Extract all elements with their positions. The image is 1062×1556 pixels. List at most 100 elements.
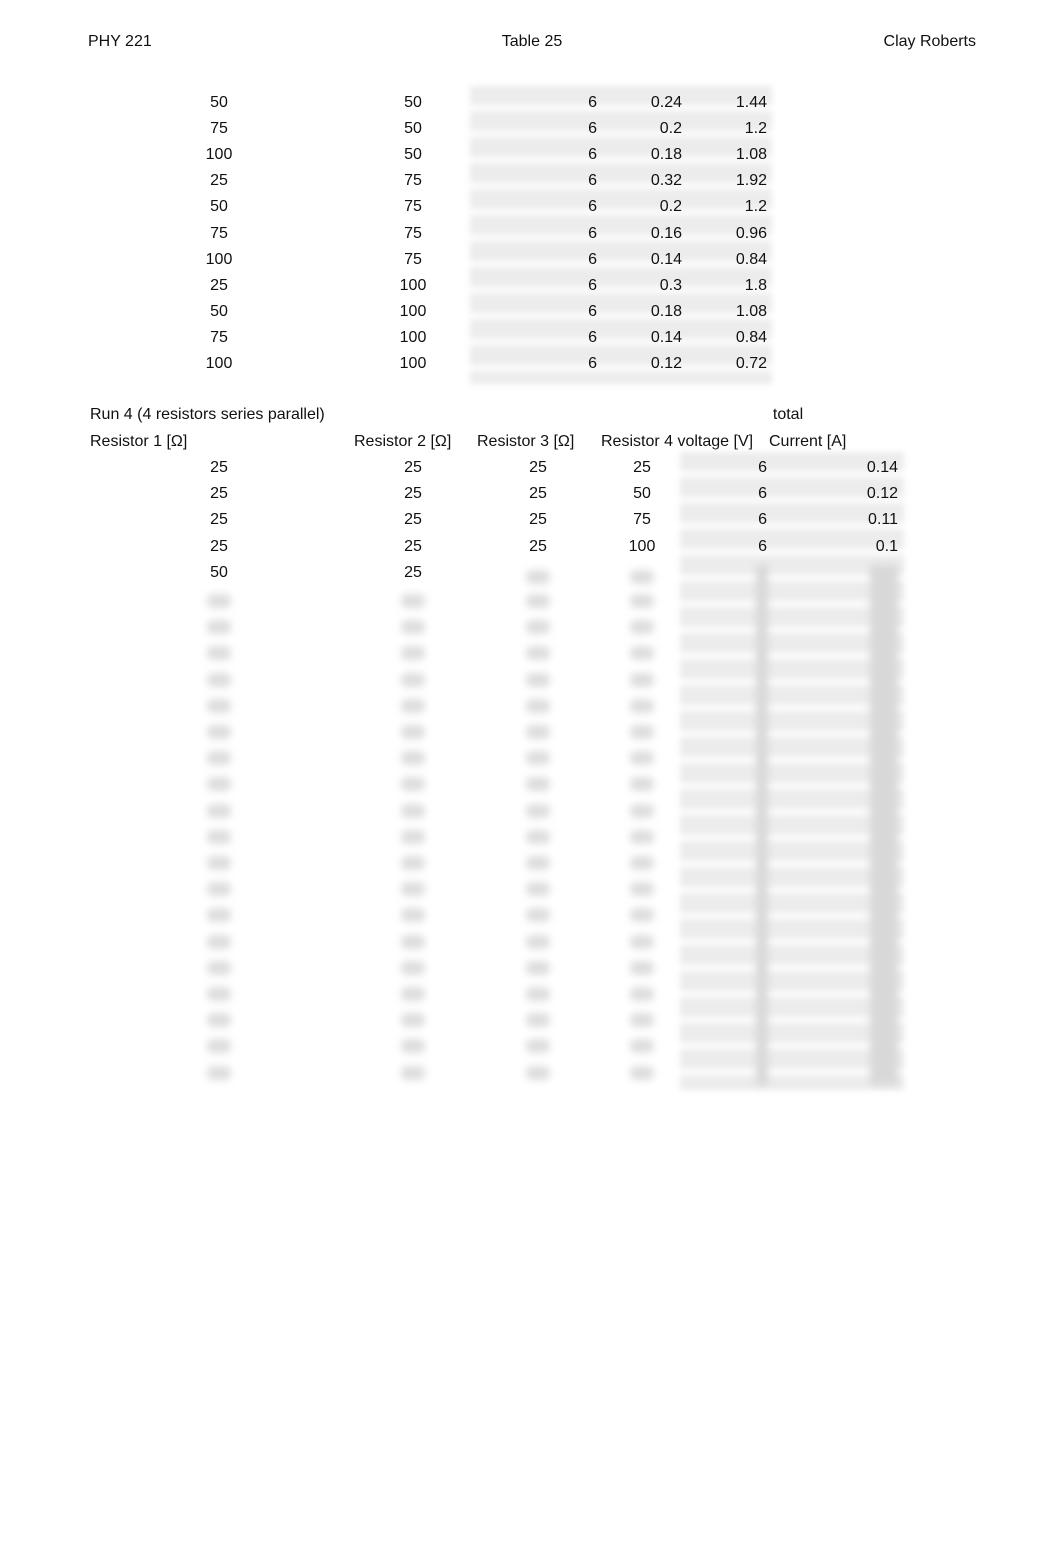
blurred-cell: [630, 856, 654, 870]
blurred-cell: [207, 829, 231, 844]
table-cell: 0.18: [650, 302, 682, 320]
blurred-cell: [401, 1039, 425, 1054]
blurred-cell: [526, 1013, 550, 1028]
table-cell: 25: [210, 485, 228, 503]
table-cell: 25: [529, 459, 547, 476]
table-cell: 6: [588, 355, 597, 372]
table-cell: 0.1: [875, 537, 898, 555]
run4-total-label: total: [772, 406, 804, 423]
table-cell: 75: [404, 224, 422, 242]
table-cell: 50: [210, 198, 228, 216]
table-cell: 1.08: [735, 146, 767, 164]
table-cell: 0.24: [650, 94, 682, 111]
table-cell: 100: [205, 355, 233, 372]
table-cell: 25: [529, 537, 547, 555]
table-cell: 25: [210, 459, 228, 476]
blurred-cell: [401, 646, 425, 661]
blurred-cell: [401, 856, 425, 870]
blurred-cell: [526, 829, 550, 844]
table-cell: 6: [758, 537, 767, 555]
blurred-cell: [630, 672, 654, 687]
blurred-cell: [630, 751, 654, 766]
table-cell: 6: [588, 302, 597, 320]
table-cell: 1.2: [744, 120, 767, 138]
blurred-cell: [526, 803, 550, 818]
table-cell: 25: [633, 459, 651, 476]
table-cell: 25: [529, 511, 547, 529]
table-cell: 0.14: [650, 250, 682, 268]
blurred-cell: [401, 960, 425, 975]
table-cell: 1.8: [744, 276, 767, 294]
blurred-cell: [207, 1013, 231, 1028]
table-cell: 1.2: [744, 198, 767, 216]
blurred-cell: [401, 934, 425, 949]
header-current: Current [A]: [769, 433, 847, 450]
blurred-cell: [207, 882, 231, 897]
blurred-cell: [401, 987, 425, 1001]
header-course: PHY 221: [88, 33, 152, 50]
blurred-cell: [401, 751, 425, 766]
table-cell: 6: [588, 276, 597, 294]
blurred-cell: [401, 698, 425, 713]
blurred-cell: [526, 646, 550, 661]
table-cell: 25: [210, 276, 228, 294]
blurred-cell: [207, 803, 231, 818]
table-cell: 0.84: [735, 250, 767, 268]
table-cell: 0.2: [659, 120, 682, 138]
header-resistor1: Resistor 1 [Ω]: [90, 433, 188, 450]
table-cell: 6: [758, 511, 767, 529]
blurred-cell: [401, 803, 425, 818]
table-cell: 6: [758, 485, 767, 503]
blurred-cell: [526, 594, 550, 608]
table-cell: 0.11: [868, 511, 898, 529]
table-cell: 50: [210, 302, 228, 320]
table-cell: 6: [588, 94, 597, 111]
table-cell: 100: [399, 302, 427, 320]
blurred-cell: [630, 570, 654, 584]
blurred-cell: [207, 987, 231, 1001]
table-cell: 0.2: [659, 198, 682, 216]
table-cell: 6: [588, 120, 597, 138]
table-cell: 0.16: [650, 224, 682, 242]
table-cell: 0.12: [866, 485, 898, 503]
header-resistor4-voltage: Resistor 4 voltage [V]: [601, 433, 754, 450]
blurred-cell: [630, 725, 654, 739]
blurred-cell: [526, 1039, 550, 1054]
table-cell: 6: [588, 146, 597, 164]
table-cell: 50: [404, 146, 422, 164]
table-cell: 6: [588, 250, 597, 268]
blurred-cell: [526, 570, 550, 584]
blurred-cell: [401, 594, 425, 608]
header-resistor3: Resistor 3 [Ω]: [477, 433, 575, 450]
table-cell: 0.72: [735, 355, 767, 372]
table-cell: 50: [633, 485, 651, 503]
table-cell: 75: [404, 172, 422, 190]
blurred-cell: [401, 725, 425, 739]
blurred-cell: [207, 725, 231, 739]
blurred-cell: [526, 620, 550, 635]
blurred-cell: [401, 829, 425, 844]
blurred-cell: [526, 725, 550, 739]
blurred-cell: [526, 960, 550, 975]
blurred-cell: [630, 1065, 654, 1080]
table-cell: 50: [404, 120, 422, 138]
blurred-cell: [207, 934, 231, 949]
blurred-cell: [207, 620, 231, 635]
header-author: Clay Roberts: [883, 33, 976, 50]
blurred-cell: [401, 620, 425, 635]
table-cell: 75: [404, 250, 422, 268]
table-cell: 6: [588, 198, 597, 216]
blurred-cell: [630, 987, 654, 1001]
blurred-cell: [630, 1013, 654, 1028]
table-cell: 0.32: [650, 172, 682, 190]
table-cell: 75: [210, 328, 228, 346]
table-cell: 100: [399, 328, 427, 346]
blurred-cell: [526, 856, 550, 870]
blurred-cell: [526, 672, 550, 687]
blurred-cell: [207, 1039, 231, 1054]
table-cell: 25: [404, 563, 422, 581]
blurred-cell: [630, 829, 654, 844]
blurred-cell: [630, 960, 654, 975]
run4-title: Run 4 (4 resistors series parallel): [90, 406, 325, 423]
blurred-cell: [207, 672, 231, 687]
